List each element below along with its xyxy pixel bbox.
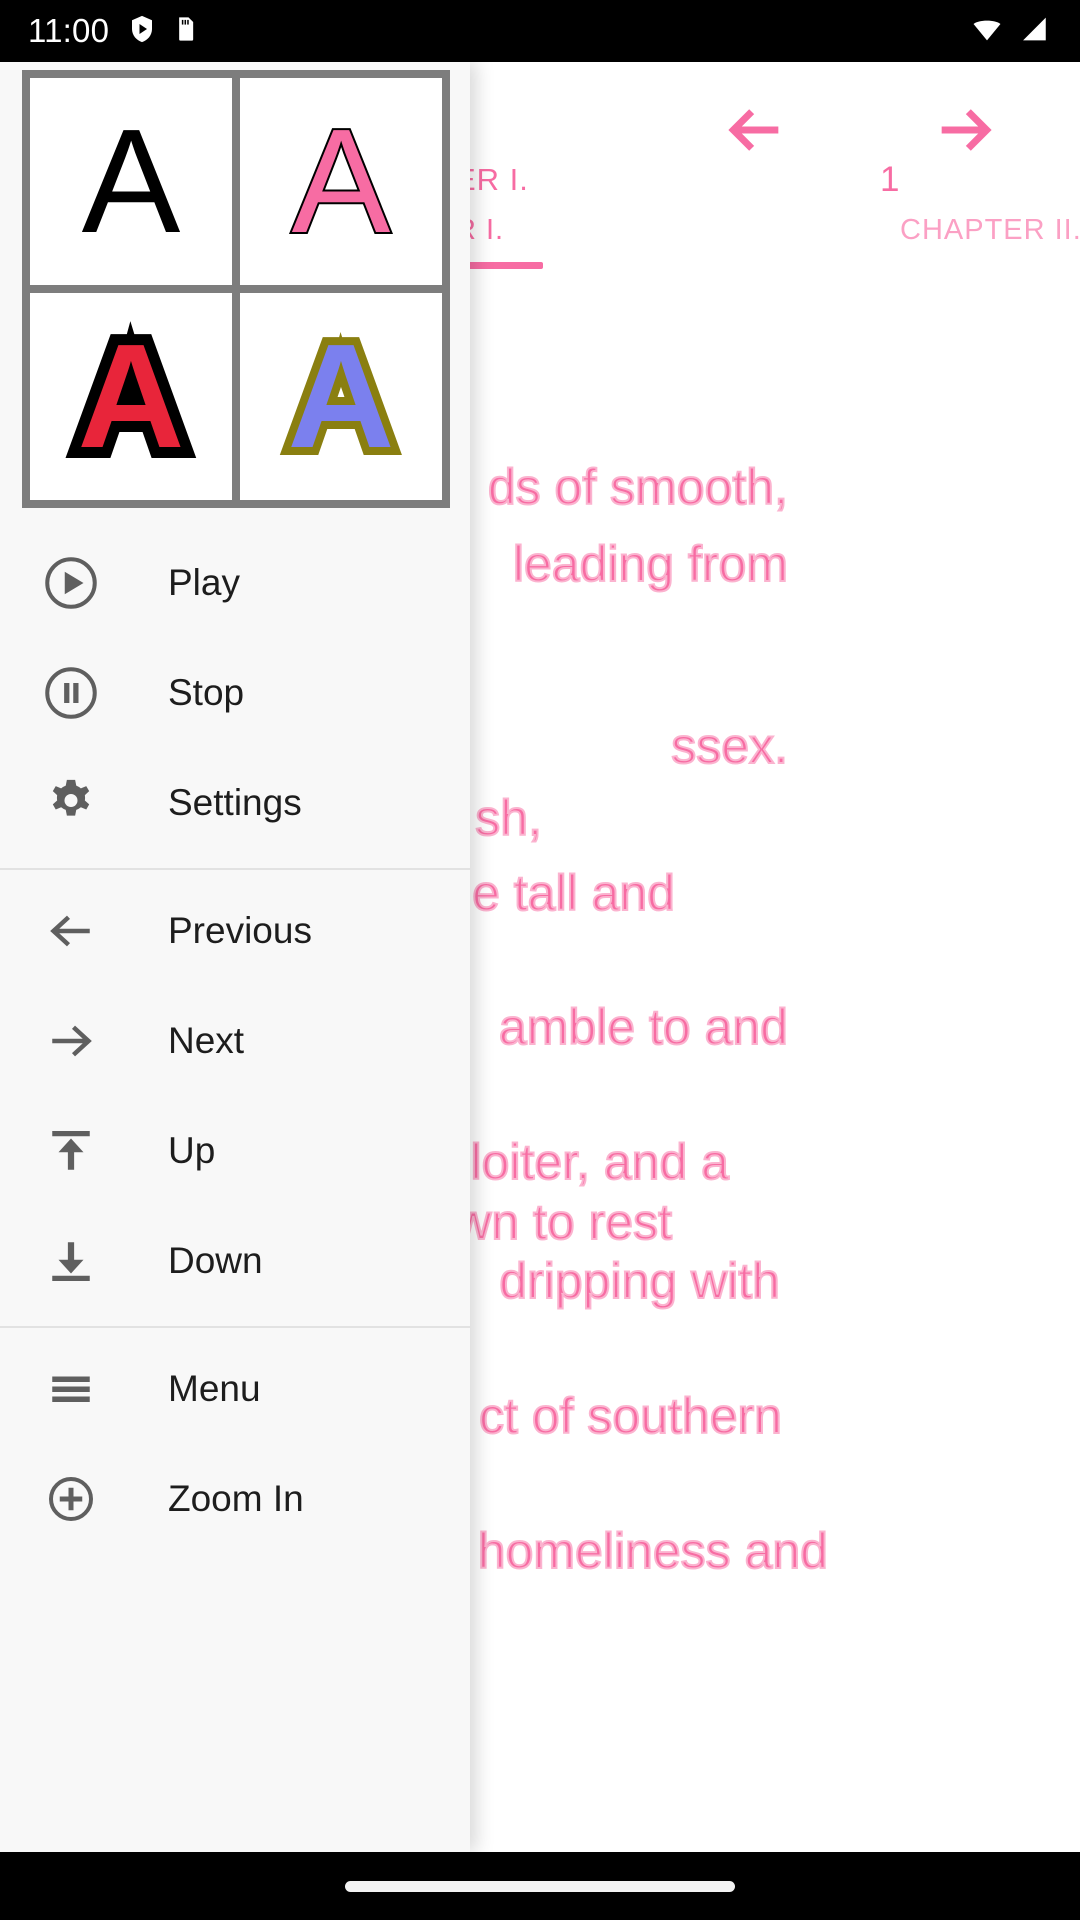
drawer-item-label: Stop: [168, 672, 245, 713]
drawer-divider: [0, 868, 470, 870]
status-left-icon-group: [127, 14, 199, 49]
gesture-home-handle[interactable]: [345, 1880, 735, 1892]
arrow-right-icon: [40, 1010, 102, 1072]
drawer-item-play[interactable]: Play: [0, 528, 470, 638]
phone-screen: ER I. 1 R I. CHAPTER II. ds of smooth, l…: [0, 0, 1080, 1920]
status-clock: 11:00: [28, 12, 110, 49]
status-bar: 11:00: [0, 0, 1080, 62]
status-right-icon-group: [970, 0, 1050, 62]
drawer-item-up[interactable]: Up: [0, 1096, 470, 1206]
drawer-item-previous[interactable]: Previous: [0, 876, 470, 986]
drawer-item-label: Settings: [168, 782, 302, 823]
text-style-preview-grid[interactable]: A A A A: [22, 70, 450, 508]
drawer-group-navigation: Previous Next Up Down: [0, 876, 470, 1316]
style-preview-cell-blue-olive-outline[interactable]: A: [240, 293, 442, 500]
zoom-in-circle-icon: [40, 1468, 102, 1530]
drawer-item-label: Down: [168, 1240, 263, 1281]
style-preview-cell-red-black-outline[interactable]: A: [30, 293, 232, 500]
navigation-drawer: A A A A Play Stop Settings Previous Next…: [0, 62, 470, 1852]
drawer-item-label: Play: [168, 562, 240, 603]
play-circle-icon: [40, 552, 102, 614]
pause-circle-icon: [40, 662, 102, 724]
drawer-item-next[interactable]: Next: [0, 986, 470, 1096]
drawer-item-label: Menu: [168, 1368, 261, 1409]
style-preview-cell-black[interactable]: A: [30, 78, 232, 285]
drawer-item-label: Zoom In: [168, 1478, 304, 1519]
reader-tab-chapter-two[interactable]: CHAPTER II.: [900, 214, 1080, 247]
style-letter-a: A: [280, 313, 403, 479]
gear-icon: [40, 772, 102, 834]
drawer-item-settings[interactable]: Settings: [0, 748, 470, 858]
drawer-item-label: Next: [168, 1020, 245, 1061]
drawer-item-zoom-in[interactable]: Zoom In: [0, 1444, 470, 1554]
reader-page-number: 1: [880, 160, 900, 199]
style-letter-a: A: [67, 311, 196, 481]
cell-signal-icon: [1016, 12, 1050, 51]
drawer-divider: [0, 1326, 470, 1328]
wifi-icon: [970, 12, 1004, 51]
drawer-item-label: Previous: [168, 910, 312, 951]
sd-card-icon: [171, 15, 199, 48]
drawer-menu-list: Play Stop Settings Previous Next Up Down…: [0, 528, 470, 1554]
drawer-item-down[interactable]: Down: [0, 1206, 470, 1316]
drawer-group-playback: Play Stop Settings: [0, 528, 470, 858]
system-navigation-bar: [0, 1852, 1080, 1920]
arrow-down-to-line-icon: [40, 1230, 102, 1292]
style-letter-a: A: [81, 98, 181, 264]
style-letter-a: A: [290, 98, 393, 264]
drawer-item-menu[interactable]: Menu: [0, 1334, 470, 1444]
arrow-up-to-line-icon: [40, 1120, 102, 1182]
reader-next-arrow-icon[interactable]: [925, 90, 1005, 170]
hamburger-menu-icon: [40, 1358, 102, 1420]
drawer-item-stop[interactable]: Stop: [0, 638, 470, 748]
reader-previous-arrow-icon[interactable]: [715, 90, 795, 170]
drawer-group-misc: Menu Zoom In: [0, 1334, 470, 1554]
style-preview-cell-pink-outline[interactable]: A: [240, 78, 442, 285]
drawer-item-label: Up: [168, 1130, 216, 1171]
play-shield-icon: [127, 14, 157, 49]
arrow-left-icon: [40, 900, 102, 962]
